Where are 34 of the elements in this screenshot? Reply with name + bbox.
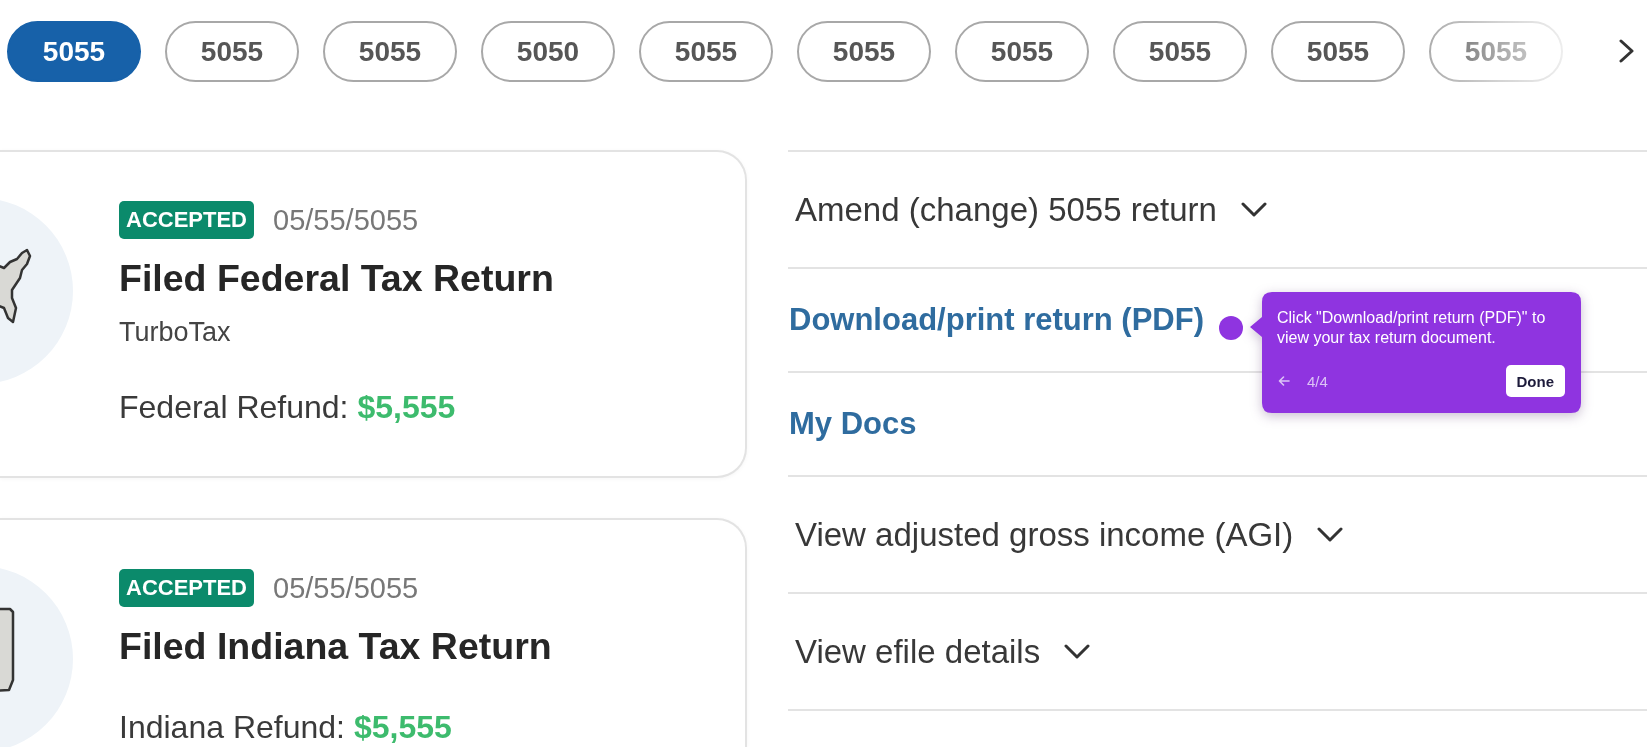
done-button[interactable]: Done — [1505, 365, 1565, 397]
year-tab[interactable]: 5050 — [481, 21, 615, 82]
refund-label: Federal Refund: — [119, 389, 349, 425]
refund-amount: $5,555 — [353, 709, 452, 745]
filed-date: 05/55/5055 — [273, 203, 419, 237]
step-counter: 4/4 — [1307, 372, 1328, 390]
year-tab[interactable]: 5055 — [955, 21, 1089, 82]
dropdown-toggle[interactable]: View adjusted gross income (AGI) — [795, 515, 1344, 554]
action-link[interactable]: Download/print return (PDF) — [789, 301, 1205, 339]
tooltip-text: Click "Download/print return (PDF)" to view your tax return document. — [1277, 308, 1547, 348]
back-arrow-icon[interactable] — [1278, 376, 1290, 386]
map-icon — [0, 566, 74, 747]
year-tab[interactable]: 5055 — [7, 21, 141, 82]
year-tab[interactable]: 5055 — [797, 21, 931, 82]
map-icon — [0, 198, 74, 384]
year-tab[interactable]: 5055 — [639, 21, 773, 82]
hotspot-dot-icon — [1219, 316, 1243, 340]
next-button[interactable] — [1618, 39, 1635, 63]
dropdown-toggle[interactable]: Amend (change) 5055 return — [795, 190, 1267, 229]
action-link[interactable]: My Docs — [789, 405, 917, 443]
year-tab[interactable]: 5055 — [165, 21, 299, 82]
status-badge: ACCEPTED — [119, 569, 254, 607]
refund-label: Indiana Refund: — [119, 709, 345, 745]
return-title: Filed Federal Tax Return — [119, 257, 555, 299]
return-title: Filed Indiana Tax Return — [119, 625, 553, 667]
software-name: TurboTax — [119, 317, 232, 347]
year-tab[interactable]: 5055 — [1113, 21, 1247, 82]
status-badge: ACCEPTED — [119, 201, 254, 239]
dropdown-toggle[interactable]: View efile details — [795, 632, 1091, 671]
year-tab[interactable]: 5055 — [323, 21, 457, 82]
refund-amount: $5,555 — [357, 389, 456, 425]
filed-date: 05/55/5055 — [273, 571, 419, 605]
year-tab[interactable]: 5055 — [1271, 21, 1405, 82]
chevron-right-icon — [1618, 39, 1635, 63]
